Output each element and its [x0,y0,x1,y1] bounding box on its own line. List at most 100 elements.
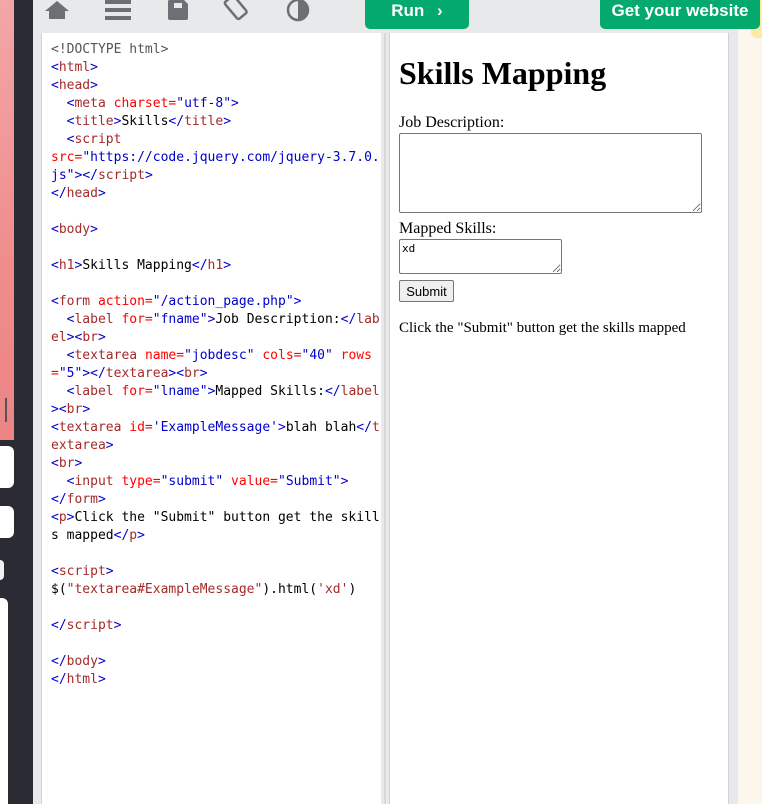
code-token: cols= [262,348,302,363]
code-token: > [340,474,349,489]
code-token: script [74,132,122,147]
code-token: > [82,366,91,381]
background-page-right [738,0,762,804]
mapped-skills-textarea[interactable]: xd [399,239,562,274]
code-line: </head> [51,185,381,203]
code-line: <meta charset="utf-8"> [51,95,381,113]
code-token: </ [51,618,67,633]
code-token: </ [51,492,67,507]
contrast-icon[interactable] [283,0,313,22]
code-line: </body> [51,653,381,671]
code-token: </ [356,420,372,435]
rotate-icon[interactable] [222,0,252,22]
code-token: > [51,402,59,417]
code-token: > [105,438,114,453]
code-token: br [58,456,75,471]
code-token: "textarea#ExampleMessage" [66,582,263,597]
code-token: <!DOCTYPE html> [51,42,169,57]
submit-button[interactable]: Submit [399,280,454,302]
page-title: Skills Mapping [399,55,607,91]
code-token: id= [129,420,153,435]
code-token: value= [231,474,279,489]
code-token: "utf-8" [176,96,232,111]
code-token: Job Description: [215,312,341,327]
code-text[interactable]: <!DOCTYPE html> <html> <head> <meta charse… [42,33,381,689]
code-token: Skills [121,114,169,129]
code-token: script [58,564,106,579]
code-token: name= [144,348,185,363]
code-token: > [231,96,239,111]
code-token: textarea [105,366,169,381]
code-token: form [58,294,98,309]
run-label: Run [391,1,425,20]
code-token: < [51,420,59,435]
code-token: < [51,456,59,471]
code-token: > [97,492,106,507]
job-description-textarea[interactable] [399,133,702,213]
code-token: title [74,114,114,129]
code-token: </ [82,168,98,183]
code-token: > [97,186,106,201]
menu-icon[interactable] [103,0,133,22]
code-token: blah blah [285,420,357,435]
code-token: h1 [58,258,75,273]
panel-divider[interactable] [381,33,389,804]
code-token: </ [90,366,106,381]
divider-grip[interactable] [384,33,386,804]
code-line: <head> [51,77,381,95]
code-line: <html> [51,59,381,77]
home-icon[interactable] [42,0,72,22]
code-line: <textarea id='ExampleMessage'>blah blah<… [51,419,381,455]
code-token: < [176,366,185,381]
background-card [0,506,14,538]
code-editor[interactable]: <!DOCTYPE html> <html> <head> <meta charse… [41,33,382,804]
code-token: script [66,618,114,633]
code-token: script [97,168,145,183]
code-line: $("textarea#ExampleMessage").html('xd') [51,581,381,599]
code-token: "jobdesc" [184,348,263,363]
code-token: < [51,60,59,75]
code-token: html [66,672,98,687]
background-divider [5,398,7,422]
code-token: form [66,492,98,507]
code-token: label [74,384,122,399]
code-token: "5" [58,366,83,381]
save-icon[interactable] [163,0,193,22]
editor-toolbar: Run › Get your website [33,0,760,33]
code-token: </ [113,528,130,543]
code-token: > [82,402,91,417]
code-line: <h1>Skills Mapping</h1> [51,257,381,275]
code-token: > [97,672,106,687]
code-token: > [223,258,232,273]
code-token: > [144,168,153,183]
code-token: < [51,510,59,525]
code-token: </ [191,258,208,273]
code-token: "submit" [160,474,232,489]
get-website-button[interactable]: Get your website [600,0,760,29]
code-token: src= [51,150,83,165]
code-token: title [184,114,224,129]
code-token: head [58,78,91,93]
code-token: action= [97,294,153,309]
code-token: Click the "Submit" button get the skills… [51,510,380,543]
code-token: textarea [74,348,145,363]
code-token: p [129,528,138,543]
code-line: <script> [51,563,381,581]
chevron-right-icon: › [437,1,443,20]
code-token: < [51,258,59,273]
run-button[interactable]: Run › [365,0,469,29]
code-token: < [51,78,59,93]
code-token: body [58,222,91,237]
code-token: "lname" [152,384,208,399]
code-token: </ [168,114,185,129]
code-token: > [199,366,208,381]
code-token: ).html( [262,582,318,597]
code-token: br [82,330,98,345]
code-token: "Submit" [278,474,341,489]
code-line: </script> [51,617,381,635]
code-token: > [90,60,98,75]
